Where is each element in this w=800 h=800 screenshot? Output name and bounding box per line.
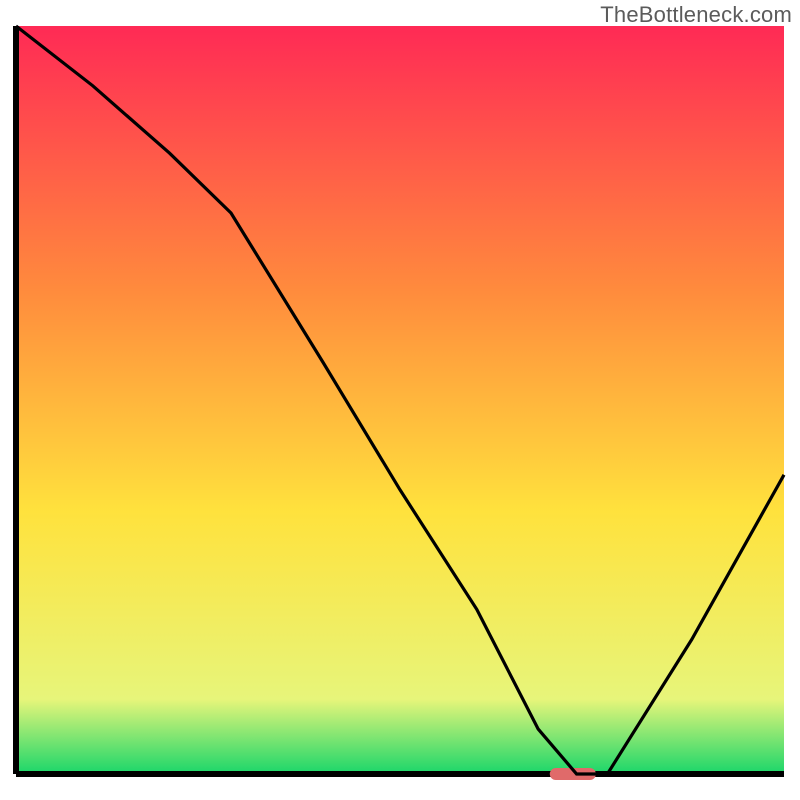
chart-container: TheBottleneck.com — [0, 0, 800, 800]
plot-background — [16, 26, 784, 774]
bottleneck-chart — [0, 0, 800, 800]
watermark-text: TheBottleneck.com — [600, 2, 792, 28]
